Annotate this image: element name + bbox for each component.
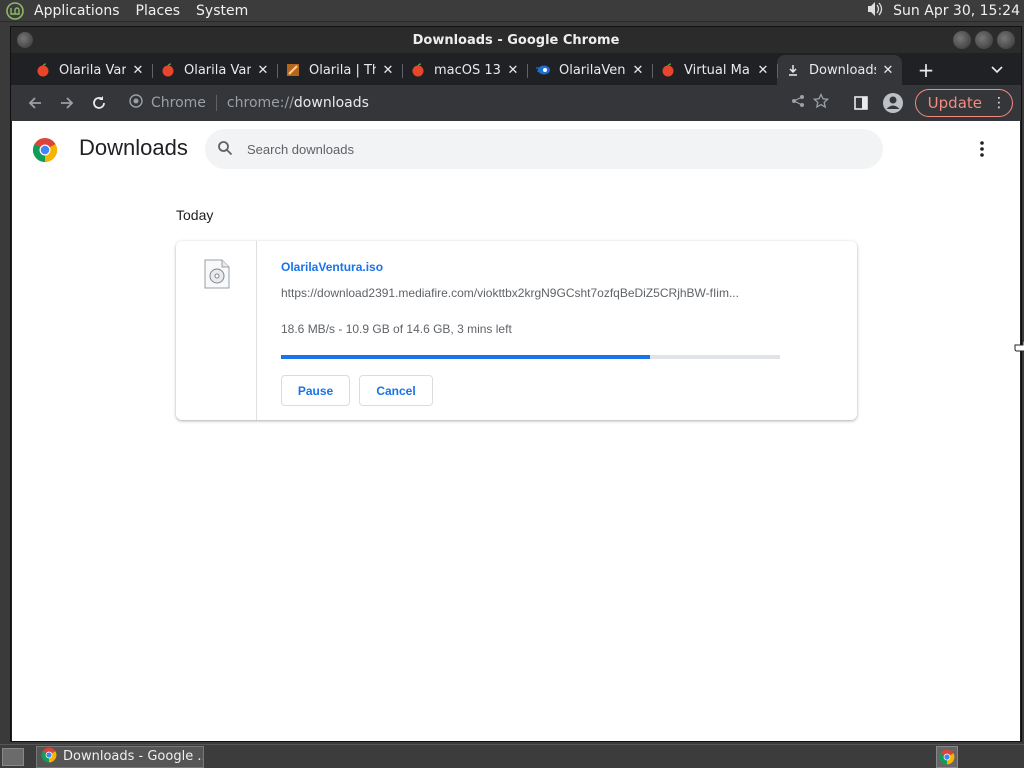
tray-chrome-icon[interactable]: [936, 745, 958, 768]
taskbar-task-label: Downloads - Google ...: [63, 749, 204, 764]
cancel-button[interactable]: Cancel: [359, 375, 433, 406]
close-tab-icon[interactable]: ✕: [880, 62, 896, 78]
tab-virtual-machine[interactable]: Virtual Ma ✕: [652, 55, 777, 85]
back-arrow-icon[interactable]: [19, 87, 51, 119]
tab-title: Downloads: [809, 62, 876, 78]
tab-strip: Olarila Var ✕ Olarila Var ✕ Olarila | Th…: [11, 53, 1021, 85]
close-tab-icon[interactable]: ✕: [755, 62, 771, 78]
share-icon[interactable]: [791, 94, 805, 112]
tab-mediafire[interactable]: OlarilaVen ✕: [527, 55, 652, 85]
close-tab-icon[interactable]: ✕: [380, 62, 396, 78]
bookmark-star-icon[interactable]: [812, 92, 829, 113]
tab-title: Olarila Var: [184, 62, 251, 78]
download-status: 18.6 MB/s - 10.9 GB of 14.6 GB, 3 mins l…: [281, 322, 512, 336]
chrome-window: Downloads - Google Chrome Olarila Var ✕ …: [10, 26, 1024, 742]
mediafire-icon: [535, 62, 551, 78]
search-bar[interactable]: [205, 129, 883, 169]
url-scheme: chrome://: [226, 95, 294, 111]
tab-macos[interactable]: macOS 13 ✕: [402, 55, 527, 85]
url-label: Chrome: [151, 95, 206, 111]
chrome-menu-icon[interactable]: ⋮: [992, 95, 1006, 111]
show-desktop-icon[interactable]: [2, 747, 24, 766]
download-icon-column: [176, 241, 257, 420]
tab-olarila-2[interactable]: Olarila Var ✕: [152, 55, 277, 85]
downloads-header: Downloads: [12, 121, 1020, 177]
apple-icon: [160, 62, 176, 78]
reload-icon[interactable]: [83, 87, 115, 119]
chrome-security-icon[interactable]: [129, 94, 143, 112]
apple-icon: [660, 62, 676, 78]
bottom-taskbar: Downloads - Google ...: [0, 744, 1024, 768]
pause-button[interactable]: Pause: [281, 375, 350, 406]
clock[interactable]: Sun Apr 30, 15:24: [893, 3, 1020, 19]
tab-title: Olarila | Th: [309, 62, 376, 78]
forward-arrow-icon[interactable]: [51, 87, 83, 119]
menu-places[interactable]: Places: [128, 0, 189, 22]
menu-applications[interactable]: Applications: [26, 0, 128, 22]
window-menu-button[interactable]: [17, 32, 33, 48]
more-actions-icon[interactable]: [970, 137, 994, 161]
apple-icon: [410, 62, 426, 78]
download-source-url[interactable]: https://download2391.mediafire.com/viokt…: [281, 286, 781, 300]
close-tab-icon[interactable]: ✕: [130, 62, 146, 78]
tab-title: Virtual Ma: [684, 62, 750, 78]
download-item-card: OlarilaVentura.iso https://download2391.…: [176, 241, 857, 420]
tab-olarila-1[interactable]: Olarila Var ✕: [27, 55, 152, 85]
close-tab-icon[interactable]: ✕: [630, 62, 646, 78]
tab-title: macOS 13: [434, 62, 501, 78]
top-panel: Applications Places System Sun Apr 30, 1…: [0, 0, 1024, 22]
update-button[interactable]: Update ⋮: [914, 89, 1013, 117]
mint-logo-icon[interactable]: [4, 0, 26, 22]
close-tab-icon[interactable]: ✕: [255, 62, 271, 78]
downloads-page: Downloads Today: [12, 121, 1024, 741]
download-progress-bar: [281, 355, 780, 359]
search-input[interactable]: [247, 141, 827, 157]
close-window-button[interactable]: [997, 31, 1015, 49]
olarila-icon: [285, 62, 301, 78]
browser-toolbar: Chrome chrome://downloads Update ⋮: [11, 85, 1021, 121]
side-panel-icon[interactable]: [845, 87, 877, 119]
window-titlebar[interactable]: Downloads - Google Chrome: [11, 27, 1021, 53]
download-icon: [785, 62, 801, 78]
tab-title: OlarilaVen: [559, 62, 626, 78]
apple-icon: [35, 62, 51, 78]
date-heading: Today: [176, 207, 214, 223]
chrome-logo-icon: [32, 137, 58, 167]
download-progress-fill: [281, 355, 651, 359]
menu-system[interactable]: System: [188, 0, 256, 22]
url-separator: [215, 95, 217, 111]
tab-olarila-3[interactable]: Olarila | Th ✕: [277, 55, 402, 85]
mouse-pointer-icon: [1014, 339, 1024, 359]
maximize-button[interactable]: [975, 31, 993, 49]
taskbar-chrome-window[interactable]: Downloads - Google ...: [36, 745, 204, 768]
omnibox[interactable]: Chrome chrome://downloads: [121, 88, 837, 118]
download-filename-link[interactable]: OlarilaVentura.iso: [281, 260, 383, 274]
chrome-icon: [41, 747, 57, 767]
new-tab-button[interactable]: +: [912, 55, 940, 85]
tab-title: Olarila Var: [59, 62, 126, 78]
profile-avatar-icon[interactable]: [877, 87, 909, 119]
url-path: downloads: [293, 95, 369, 111]
tab-search-chevron-icon[interactable]: [983, 55, 1011, 85]
disc-image-file-icon: [204, 259, 230, 293]
update-label: Update: [927, 94, 982, 112]
minimize-button[interactable]: [953, 31, 971, 49]
search-icon: [217, 140, 233, 159]
page-title: Downloads: [79, 135, 188, 160]
volume-icon[interactable]: [865, 0, 885, 22]
tab-downloads[interactable]: Downloads ✕: [777, 55, 902, 85]
close-tab-icon[interactable]: ✕: [505, 62, 521, 78]
window-title: Downloads - Google Chrome: [412, 32, 620, 48]
